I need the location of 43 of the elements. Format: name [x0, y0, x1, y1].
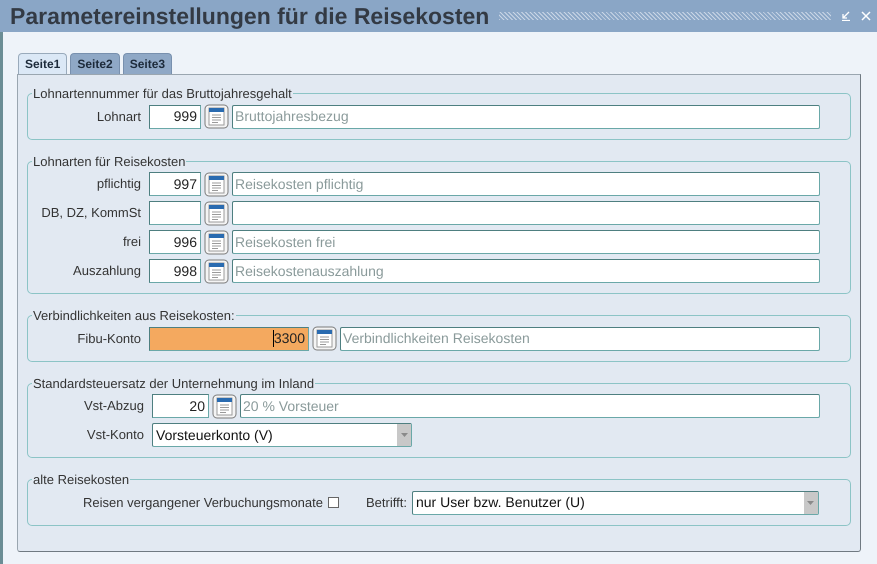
- dropdown[interactable]: nur User bzw. Benutzer (U): [412, 490, 819, 514]
- field-label: Vst-Konto: [86, 426, 145, 444]
- code-field[interactable]: 999: [149, 104, 201, 128]
- list-icon[interactable]: [204, 104, 229, 129]
- checkbox-label: Reisen vergangener Verbuchungsmonate: [82, 494, 324, 512]
- code-field[interactable]: 997: [149, 172, 201, 196]
- tab[interactable]: Seite3: [122, 53, 172, 74]
- group-title: alte Reisekosten: [32, 471, 130, 489]
- field-label: Auszahlung: [72, 262, 142, 280]
- description-field: Verbindlichkeiten Reisekosten: [340, 326, 820, 350]
- code-field[interactable]: 996: [149, 230, 201, 254]
- code-field[interactable]: 998: [149, 259, 201, 283]
- group-title: Verbindlichkeiten aus Reisekosten:: [32, 307, 236, 325]
- description-field: Bruttojahresbezug: [232, 104, 820, 128]
- code-field[interactable]: 20: [152, 394, 209, 418]
- list-icon[interactable]: [204, 200, 229, 226]
- group-title: Standardsteuersatz der Unternehmung im Inland: [32, 374, 316, 393]
- dropdown[interactable]: Vorsteuerkonto (V): [152, 423, 412, 447]
- tab[interactable]: Seite1: [18, 53, 68, 74]
- field-label: DB, DZ, KommSt: [40, 204, 142, 222]
- code-field[interactable]: 3300: [149, 326, 309, 350]
- tab[interactable]: Seite2: [70, 53, 120, 74]
- list-icon[interactable]: [212, 394, 237, 418]
- checkbox[interactable]: [328, 497, 339, 508]
- group-title: Lohnartennummer für das Bruttojahresgehalt: [32, 85, 293, 103]
- code-field[interactable]: [149, 201, 201, 225]
- description-field: Reisekosten frei: [232, 230, 820, 254]
- field-label: pflichtig: [96, 175, 142, 194]
- list-icon[interactable]: [204, 230, 229, 254]
- text-cursor: [272, 330, 274, 347]
- description-field: Reisekostenauszahlung: [232, 259, 820, 283]
- description-field: 20 % Vorsteuer: [240, 394, 820, 418]
- field-label: frei: [122, 233, 142, 252]
- field-label: Betrifft:: [366, 494, 407, 512]
- description-field: Reisekosten pflichtig: [232, 172, 820, 196]
- field-label: Fibu-Konto: [76, 330, 142, 348]
- window-title: Parametereinstellungen für die Reisekosten: [10, 2, 490, 31]
- group-title: Lohnarten für Reisekosten: [32, 152, 186, 170]
- list-icon[interactable]: [204, 258, 229, 284]
- field-label: Lohnart: [96, 108, 142, 126]
- field-label: Vst-Abzug: [83, 397, 145, 416]
- list-icon[interactable]: [312, 326, 337, 351]
- list-icon[interactable]: [204, 172, 229, 196]
